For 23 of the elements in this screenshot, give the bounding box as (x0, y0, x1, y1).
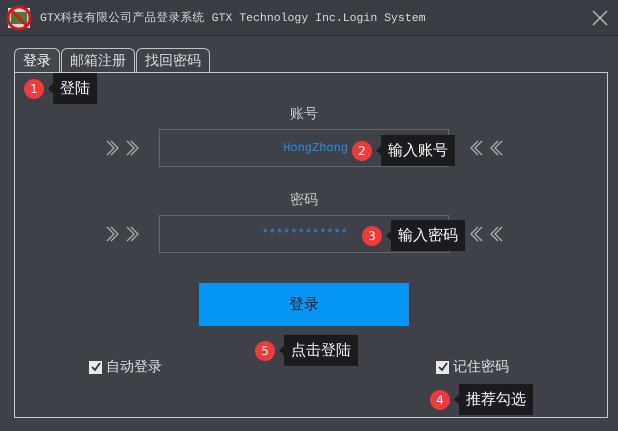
callout-tooltip: 输入账号 (376, 135, 455, 166)
account-label: 账号 (290, 105, 318, 123)
tab[interactable]: 邮箱注册 (61, 48, 135, 72)
callout-tooltip: 输入密码 (386, 220, 465, 251)
step-badge: 4 (430, 390, 450, 410)
step-badge: 1 (24, 78, 44, 98)
callout-tooltip: 登陆 (48, 73, 97, 104)
close-icon[interactable] (592, 10, 608, 26)
callout-tooltip: 推荐勾选 (454, 384, 533, 415)
checkbox-box[interactable] (436, 360, 449, 374)
tab[interactable]: 找回密码 (136, 48, 210, 72)
step-badge: 5 (255, 340, 275, 360)
password-label: 密码 (290, 191, 318, 209)
checkbox-box[interactable] (89, 360, 102, 374)
callout-tooltip: 点击登陆 (279, 335, 358, 366)
tab[interactable]: 登录 (14, 48, 60, 72)
checkbox[interactable]: 自动登录 (89, 358, 162, 376)
checkbox[interactable]: 记住密码 (436, 358, 509, 376)
window-title: GTX科技有限公司产品登录系统 GTX Technology Inc.Login System (40, 10, 427, 25)
double-chevron-right-icon (105, 140, 141, 156)
double-chevron-right-icon (105, 226, 141, 242)
login-button[interactable]: 登录 (199, 283, 409, 326)
app-logo-icon (6, 4, 32, 30)
